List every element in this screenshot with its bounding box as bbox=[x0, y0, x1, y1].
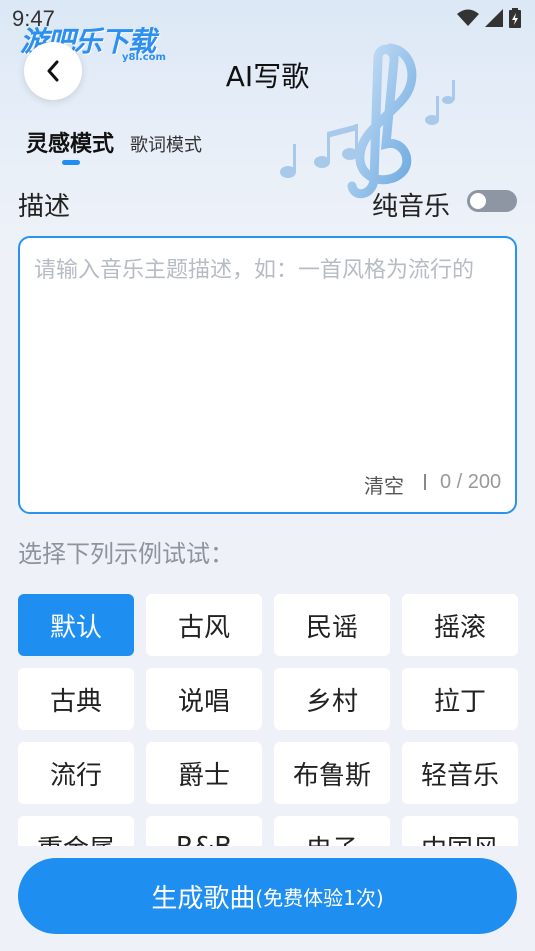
divider bbox=[424, 474, 426, 490]
style-chip[interactable]: 摇滚 bbox=[402, 594, 518, 656]
style-chip[interactable]: 布鲁斯 bbox=[274, 742, 390, 804]
tab-lyrics-mode[interactable]: 歌词模式 bbox=[130, 131, 202, 158]
style-chip[interactable]: 爵士 bbox=[146, 742, 262, 804]
description-input[interactable]: 请输入音乐主题描述，如：一首风格为流行的 清空 0 / 200 bbox=[18, 236, 517, 514]
description-placeholder: 请输入音乐主题描述，如：一首风格为流行的 bbox=[34, 258, 475, 283]
style-chip[interactable]: 拉丁 bbox=[402, 668, 518, 730]
style-chip[interactable]: 古风 bbox=[146, 594, 262, 656]
style-chip[interactable]: 电子 bbox=[274, 816, 390, 846]
status-icons bbox=[457, 8, 521, 28]
signal-icon bbox=[485, 9, 503, 27]
style-chip[interactable]: 古典 bbox=[18, 668, 134, 730]
generate-song-button[interactable]: 生成歌曲 (免费体验1次) bbox=[18, 858, 517, 934]
style-chip[interactable]: 默认 bbox=[18, 594, 134, 656]
style-chip[interactable]: 乡村 bbox=[274, 668, 390, 730]
battery-icon bbox=[509, 8, 521, 28]
generate-label: 生成歌曲 bbox=[151, 883, 256, 914]
style-chip[interactable]: 轻音乐 bbox=[402, 742, 518, 804]
pure-music-toggle[interactable] bbox=[467, 190, 517, 212]
style-chip[interactable]: 重金属 bbox=[18, 816, 134, 846]
style-options: 默认古风民谣摇滚古典说唱乡村拉丁流行爵士布鲁斯轻音乐重金属 R&B 电子中国风 bbox=[18, 594, 518, 846]
style-chip[interactable]: 中国风 bbox=[402, 816, 518, 846]
generate-note: (免费体验1次) bbox=[255, 885, 384, 910]
mode-tabs: 灵感模式 歌词模式 bbox=[26, 126, 202, 165]
wifi-icon bbox=[457, 9, 479, 26]
description-label: 描述 bbox=[18, 192, 71, 222]
char-counter: 0 / 200 bbox=[440, 471, 502, 493]
style-chip[interactable]: 民谣 bbox=[274, 594, 390, 656]
tab-inspiration-mode[interactable]: 灵感模式 bbox=[26, 126, 115, 165]
clear-button[interactable]: 清空 bbox=[364, 470, 404, 499]
style-chip[interactable]: 流行 bbox=[18, 742, 134, 804]
tab-inspiration-label: 灵感模式 bbox=[26, 132, 115, 157]
music-notes-icon bbox=[280, 43, 455, 199]
tab-active-indicator bbox=[62, 160, 80, 165]
style-chip[interactable]: R&B bbox=[146, 816, 262, 846]
examples-label: 选择下列示例试试： bbox=[18, 540, 234, 568]
toggle-knob bbox=[470, 193, 486, 209]
pure-music-label: 纯音乐 bbox=[372, 192, 451, 222]
style-chip[interactable]: 说唱 bbox=[146, 668, 262, 730]
